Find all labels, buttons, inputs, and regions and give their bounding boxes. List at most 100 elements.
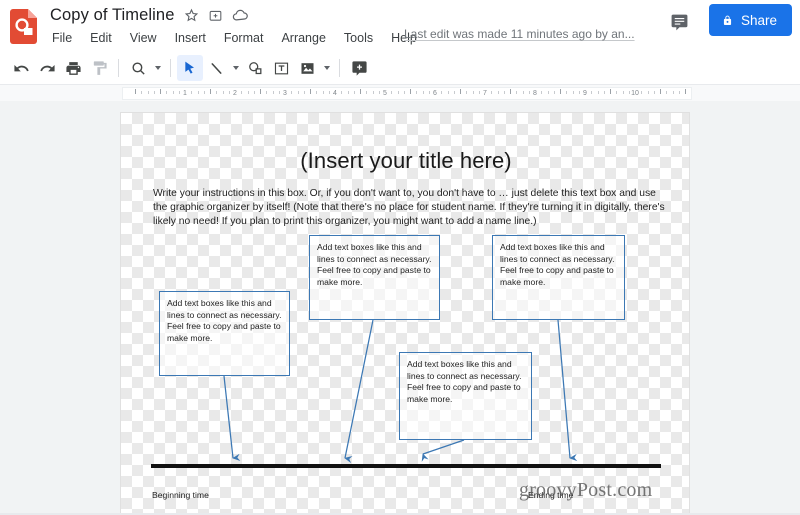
ruler-tick [241, 91, 243, 94]
menu-bar: File Edit View Insert Format Arrange Too… [50, 27, 419, 49]
zoom-icon[interactable] [125, 55, 151, 81]
cloud-saved-icon[interactable] [232, 8, 249, 23]
paint-format-icon[interactable] [86, 55, 112, 81]
line-icon[interactable] [203, 55, 229, 81]
ruler-tick [422, 91, 424, 94]
ruler-tick [497, 91, 499, 94]
ruler-tick [341, 91, 343, 94]
ruler-tick [472, 91, 474, 94]
redo-icon[interactable] [34, 55, 60, 81]
ruler-number: 10 [631, 90, 639, 97]
ruler-tick [522, 91, 524, 94]
text-box-top-left[interactable]: Add text boxes like this and lines to co… [309, 235, 440, 320]
text-box-icon[interactable] [268, 55, 294, 81]
menu-file[interactable]: File [50, 30, 74, 46]
ruler-tick [197, 91, 199, 94]
text-box-bottom-center[interactable]: Add text boxes like this and lines to co… [399, 352, 532, 440]
ruler-tick [553, 91, 555, 94]
google-drawings-window: Copy of Timeline File Edit View Insert F… [0, 0, 800, 515]
google-slides-logo[interactable] [10, 9, 40, 44]
ruler-tick [253, 91, 255, 94]
text-box-left[interactable]: Add text boxes like this and lines to co… [159, 291, 290, 376]
ruler-tick [191, 91, 193, 94]
ruler-tick [328, 91, 330, 94]
ruler-number: 7 [483, 90, 487, 97]
ruler-tick [216, 91, 218, 94]
image-icon[interactable] [294, 55, 320, 81]
ruler-number: 5 [383, 90, 387, 97]
ruler-number: 3 [283, 90, 287, 97]
ruler-number: 9 [583, 90, 587, 97]
ruler-area: 1 2 3 4 5 6 7 8 9 10 [0, 84, 800, 101]
menu-view[interactable]: View [128, 30, 159, 46]
ruler-tick [316, 91, 318, 94]
ruler-tick [503, 91, 505, 94]
ruler-tick [647, 91, 649, 94]
ruler-tick [672, 91, 674, 94]
text-box-top-right[interactable]: Add text boxes like this and lines to co… [492, 235, 625, 320]
ruler-tick [578, 91, 580, 94]
menu-edit[interactable]: Edit [88, 30, 114, 46]
lock-icon [721, 14, 734, 27]
move-to-folder-icon[interactable] [208, 8, 223, 23]
ruler-number: 8 [533, 90, 537, 97]
menu-arrange[interactable]: Arrange [279, 30, 327, 46]
ruler-tick [610, 89, 611, 94]
ruler-tick [547, 91, 549, 94]
image-dropdown-caret-icon[interactable] [320, 55, 333, 81]
ruler-tick [453, 91, 455, 94]
ruler-tick [441, 91, 443, 94]
timeline-bar[interactable] [151, 464, 661, 468]
menu-format[interactable]: Format [222, 30, 266, 46]
document-title[interactable]: Copy of Timeline [50, 6, 175, 25]
watermark: groovyPost.com [519, 479, 653, 501]
ruler-tick [303, 91, 305, 94]
last-edit-status[interactable]: Last edit was made 11 minutes ago by an.… [404, 27, 635, 41]
ruler-tick [210, 89, 211, 94]
zoom-dropdown-caret-icon[interactable] [151, 55, 164, 81]
ruler-tick [603, 91, 605, 94]
ruler-tick [528, 91, 530, 94]
timeline-begin-label[interactable]: Beginning time [152, 490, 209, 500]
share-button-label: Share [740, 12, 777, 28]
horizontal-ruler[interactable]: 1 2 3 4 5 6 7 8 9 10 [122, 87, 692, 100]
ruler-tick [653, 91, 655, 94]
ruler-tick [141, 91, 143, 94]
shape-icon[interactable] [242, 55, 268, 81]
menu-insert[interactable]: Insert [173, 30, 208, 46]
ruler-tick [347, 91, 349, 94]
ruler-tick [491, 91, 493, 94]
ruler-tick [278, 91, 280, 94]
ruler-tick [297, 91, 299, 94]
ruler-tick [322, 91, 324, 94]
ruler-number: 6 [433, 90, 437, 97]
ruler-tick [478, 91, 480, 94]
workspace: (Insert your title here) Write your inst… [0, 101, 800, 515]
undo-icon[interactable] [8, 55, 34, 81]
toolbar [0, 52, 800, 84]
ruler-tick [291, 91, 293, 94]
ruler-tick [247, 91, 249, 94]
ruler-tick [616, 91, 618, 94]
comment-add-icon[interactable] [346, 55, 372, 81]
share-button[interactable]: Share [708, 4, 792, 36]
print-icon[interactable] [60, 55, 86, 81]
menu-tools[interactable]: Tools [342, 30, 375, 46]
ruler-tick [628, 91, 630, 94]
ruler-tick [541, 91, 543, 94]
line-dropdown-caret-icon[interactable] [229, 55, 242, 81]
star-icon[interactable] [184, 8, 199, 23]
ruler-tick [597, 91, 599, 94]
ruler-number: 2 [233, 90, 237, 97]
ruler-tick [591, 91, 593, 94]
ruler-tick [378, 91, 380, 94]
ruler-tick [397, 91, 399, 94]
select-icon[interactable] [177, 55, 203, 81]
ruler-tick [178, 91, 180, 94]
ruler-tick [466, 91, 468, 94]
ruler-tick [666, 91, 668, 94]
drawing-canvas[interactable]: (Insert your title here) Write your inst… [120, 112, 690, 515]
ruler-tick [416, 91, 418, 94]
comment-icon[interactable] [665, 8, 693, 36]
ruler-tick [641, 91, 643, 94]
